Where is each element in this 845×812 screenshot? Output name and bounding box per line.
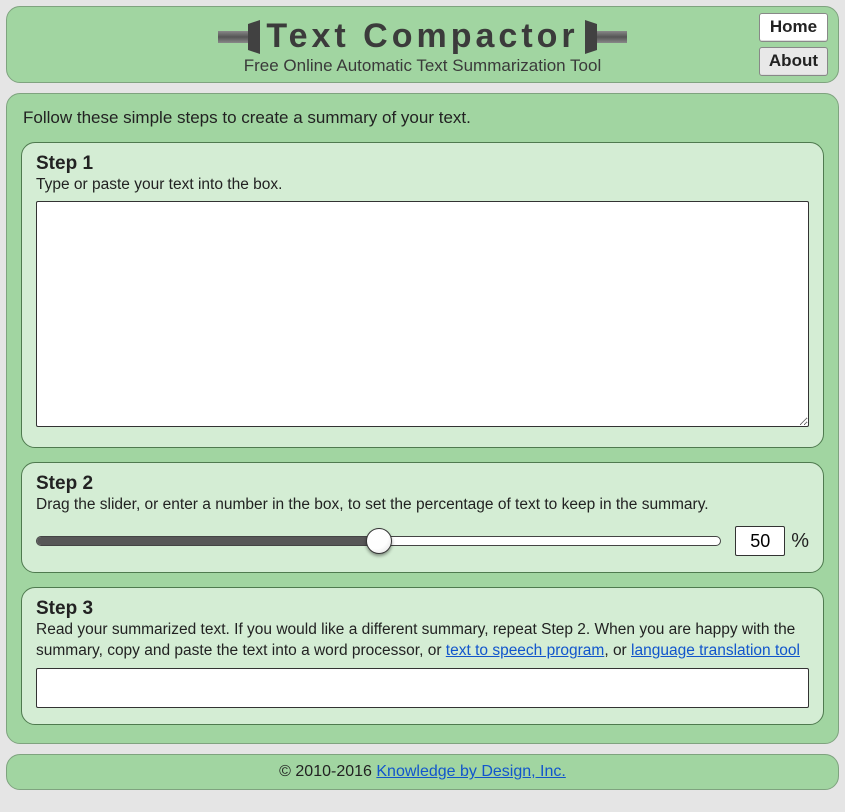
- main-panel: Follow these simple steps to create a su…: [6, 93, 839, 745]
- step-1-title: Step 1: [36, 153, 809, 175]
- step-1: Step 1 Type or paste your text into the …: [21, 142, 824, 449]
- header: Home About Text Compactor: [6, 6, 839, 83]
- percent-sign: %: [791, 530, 809, 553]
- step-2: Step 2 Drag the slider, or enter a numbe…: [21, 462, 824, 573]
- about-link[interactable]: About: [759, 47, 828, 76]
- site-title: Text Compactor: [264, 17, 580, 56]
- percent-slider[interactable]: [36, 527, 721, 555]
- step-2-title: Step 2: [36, 473, 809, 495]
- percent-input[interactable]: [735, 526, 785, 556]
- step-1-desc: Type or paste your text into the box.: [36, 175, 809, 196]
- slider-fill: [37, 537, 379, 545]
- translation-link[interactable]: language translation tool: [631, 642, 800, 659]
- step-3-title: Step 3: [36, 598, 809, 620]
- step-3-desc-mid: , or: [604, 642, 631, 659]
- home-link[interactable]: Home: [759, 13, 828, 42]
- input-textarea[interactable]: [36, 201, 809, 427]
- intro-text: Follow these simple steps to create a su…: [23, 108, 824, 128]
- tagline: Free Online Automatic Text Summarization…: [21, 56, 824, 76]
- copyright-text: © 2010-2016: [279, 763, 376, 780]
- footer-link[interactable]: Knowledge by Design, Inc.: [376, 763, 565, 780]
- nav-box: Home About: [759, 13, 828, 81]
- footer: © 2010-2016 Knowledge by Design, Inc.: [6, 754, 839, 790]
- speaker-right-icon: [581, 20, 629, 54]
- title-wrap: Text Compactor Free Online Automatic Tex…: [21, 17, 824, 76]
- step-3: Step 3 Read your summarized text. If you…: [21, 587, 824, 725]
- output-box[interactable]: [36, 668, 809, 708]
- step-2-desc: Drag the slider, or enter a number in th…: [36, 495, 809, 516]
- speaker-left-icon: [216, 20, 264, 54]
- step-3-desc: Read your summarized text. If you would …: [36, 620, 809, 662]
- tts-link[interactable]: text to speech program: [446, 642, 605, 659]
- slider-thumb[interactable]: [366, 528, 392, 554]
